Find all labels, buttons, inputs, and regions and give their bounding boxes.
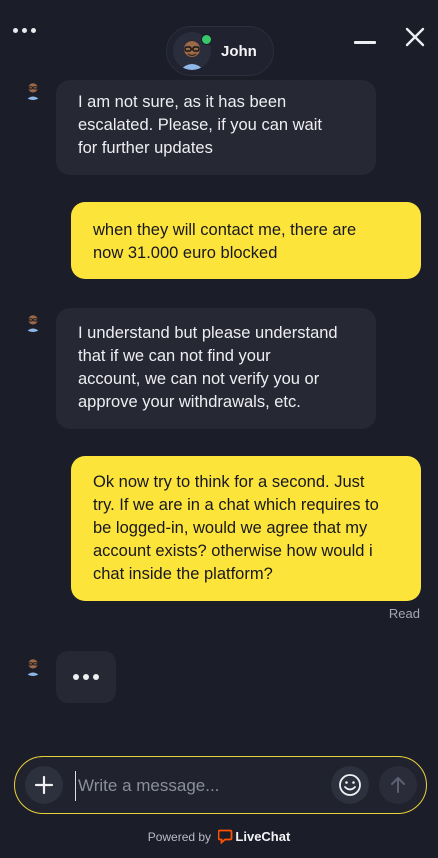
agent-message-bubble: I understand but please understand that …	[56, 308, 376, 429]
minimize-icon[interactable]	[354, 41, 376, 44]
user-message-bubble: when they will contact me, there are now…	[71, 202, 421, 279]
user-message-bubble: Ok now try to think for a second. Just t…	[71, 456, 421, 601]
agent-message-avatar	[22, 78, 44, 100]
online-status-indicator	[201, 34, 212, 45]
send-arrow-icon	[391, 777, 405, 793]
typing-dot	[83, 674, 89, 680]
dot	[31, 28, 36, 33]
message-line: approve your withdrawals, etc.	[78, 393, 301, 411]
close-icon[interactable]	[402, 24, 428, 50]
message-line: account exists? otherwise how would i	[93, 542, 373, 560]
message-line: I am not sure, as it has been	[78, 93, 287, 111]
message-line: now 31.000 euro blocked	[93, 244, 278, 262]
emoji-button[interactable]	[331, 766, 369, 804]
message-line: I understand but please understand	[78, 324, 338, 342]
agent-header: John	[166, 26, 274, 76]
typing-dot	[73, 674, 79, 680]
message-input[interactable]	[75, 771, 325, 801]
powered-by-footer: Powered by LiveChat	[0, 829, 438, 847]
message-line: be logged-in, would we agree that my	[93, 519, 368, 537]
more-horizontal-icon[interactable]	[13, 28, 36, 33]
livechat-brand[interactable]: LiveChat	[235, 829, 290, 844]
message-composer	[14, 756, 427, 814]
agent-message-bubble: I am not sure, as it has been escalated.…	[56, 80, 376, 175]
message-line: try. If we are in a chat which requires …	[93, 496, 379, 514]
emoji-icon	[339, 774, 361, 796]
powered-by-text: Powered by	[147, 830, 212, 844]
send-button[interactable]	[379, 766, 417, 804]
message-line: when they will contact me, there are	[93, 221, 357, 239]
message-line: for further updates	[78, 139, 213, 157]
message-line: account, we can not verify you or	[78, 370, 320, 388]
dot	[13, 28, 18, 33]
read-status: Read	[388, 606, 420, 621]
typing-dot	[93, 674, 99, 680]
agent-name: John	[221, 43, 257, 60]
message-line: chat inside the platform?	[93, 565, 273, 583]
dot	[22, 28, 27, 33]
agent-message-avatar	[22, 310, 44, 332]
livechat-logo-icon	[218, 829, 233, 847]
add-attachment-button[interactable]	[25, 766, 63, 804]
agent-message-avatar	[22, 654, 44, 676]
message-line: Ok now try to think for a second. Just	[93, 473, 365, 491]
message-line: escalated. Please, if you can wait	[78, 116, 322, 134]
plus-icon	[34, 775, 54, 795]
typing-indicator	[56, 651, 116, 703]
message-line: that if we can not find your	[78, 347, 271, 365]
